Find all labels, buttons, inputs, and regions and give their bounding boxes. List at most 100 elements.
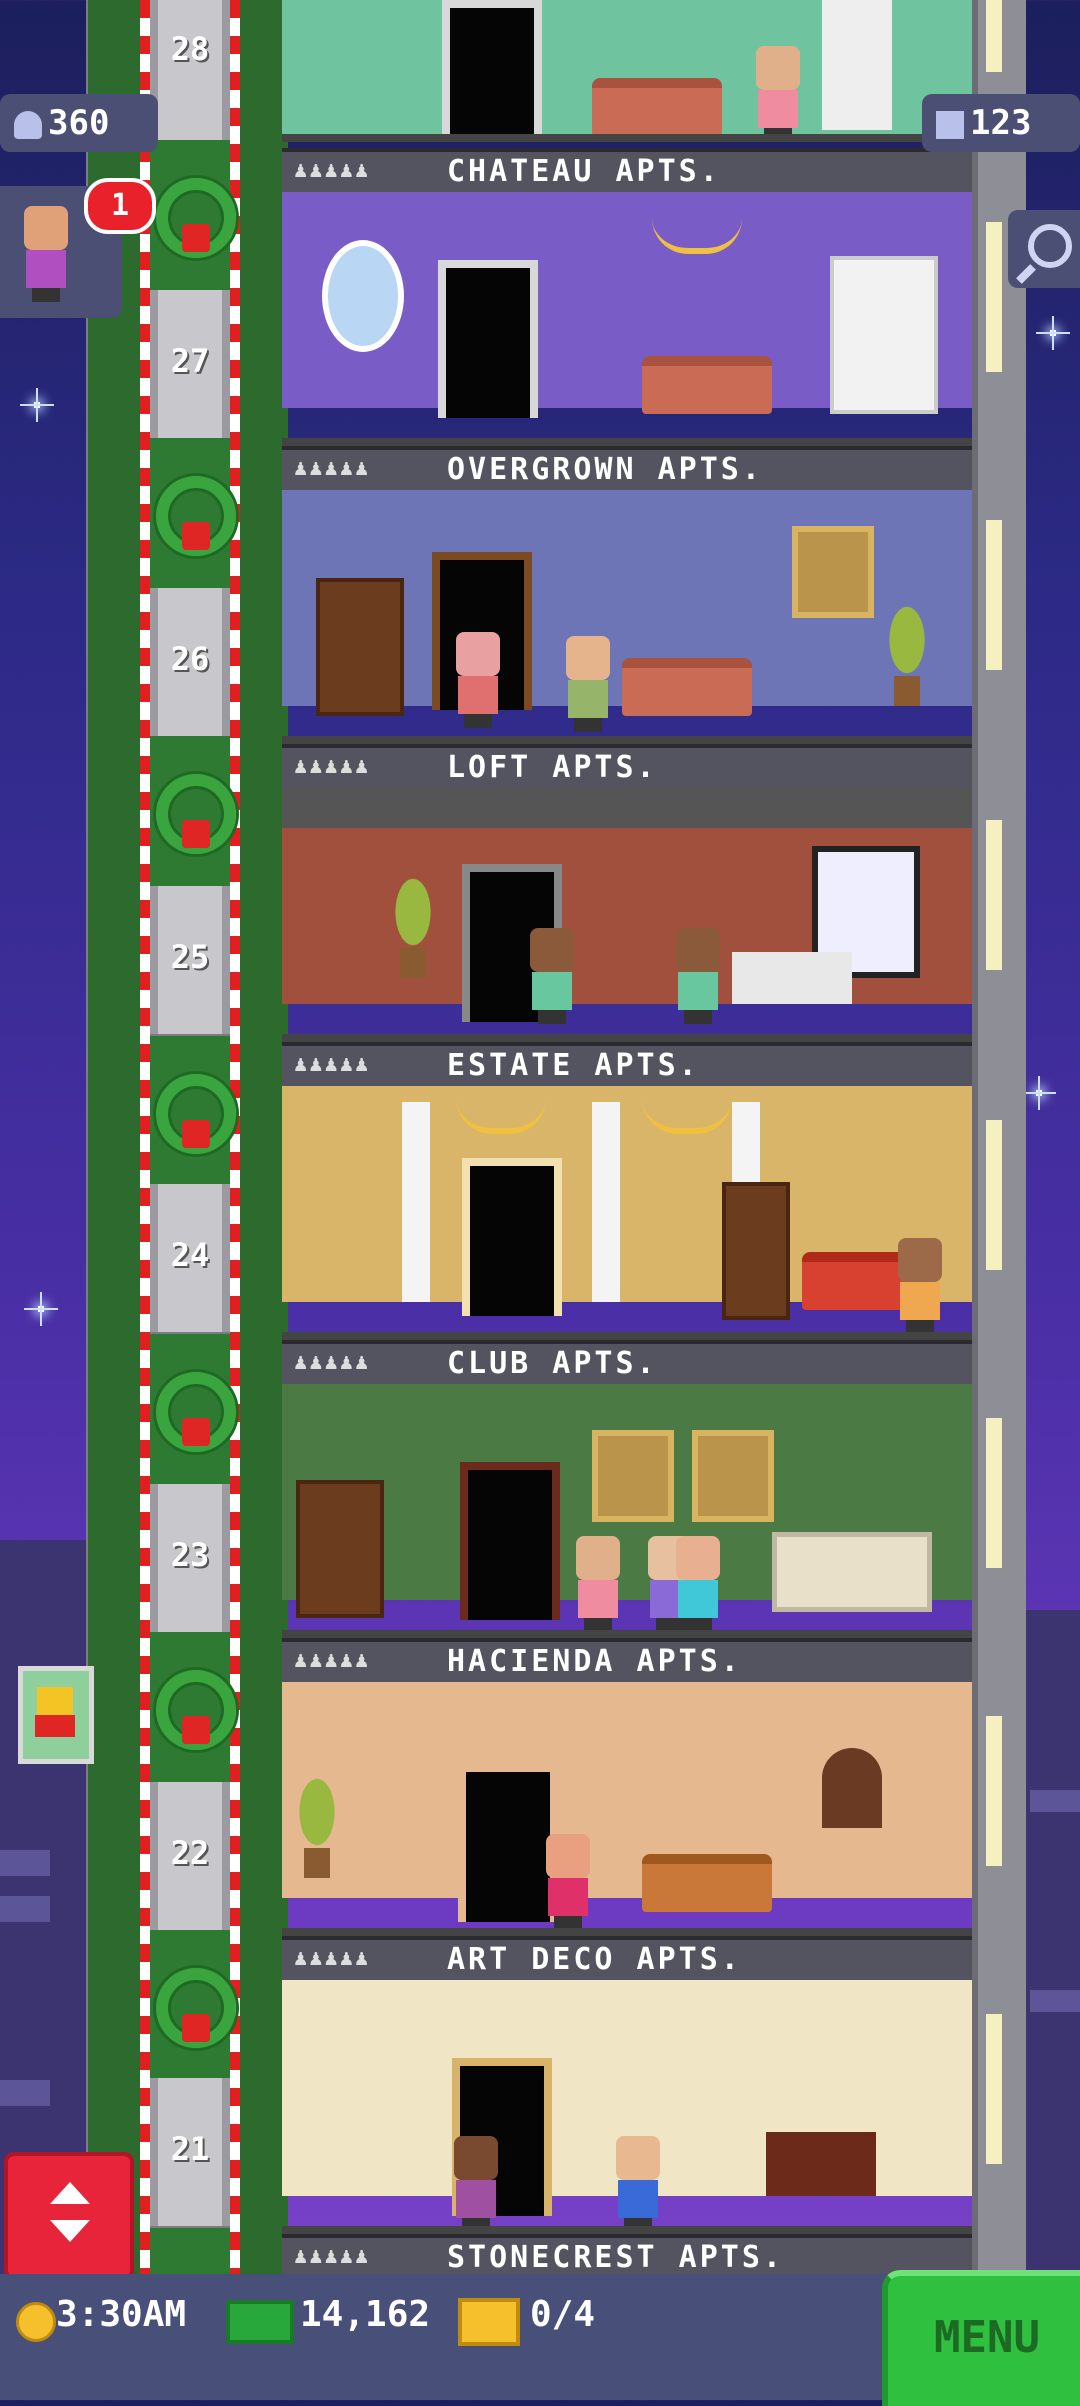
floor-number: 23: [170, 1536, 210, 1574]
resident[interactable]: [452, 632, 504, 728]
floor-club[interactable]: ♟♟♟♟♟ CLUB APTS.: [282, 1340, 972, 1640]
clock-time: 3:30AM: [56, 2294, 187, 2335]
resident-avatar: [20, 206, 72, 302]
couch: [642, 1854, 772, 1912]
couch: [592, 78, 722, 136]
elevator-floor-cell[interactable]: 22: [150, 1782, 230, 1930]
residents-icon: ♟♟♟♟♟: [294, 1648, 371, 1673]
bux-value[interactable]: 0/4: [530, 2294, 595, 2335]
mirror: [322, 240, 404, 352]
floor-number: 26: [170, 640, 210, 678]
ceiling-beams: [282, 788, 972, 828]
bookshelf: [296, 1480, 384, 1618]
elevator-floor-cell[interactable]: 24: [150, 1184, 230, 1332]
elevator-wreath-cell: [150, 1930, 236, 2080]
column: [402, 1102, 430, 1302]
resident[interactable]: [562, 636, 614, 732]
floor-name: OVERGROWN APTS.: [447, 452, 763, 487]
wall-light: [986, 0, 1002, 72]
elevator-wreath-cell: [150, 1632, 236, 1782]
elevator-floor-cell[interactable]: 25: [150, 886, 230, 1034]
fireplace: [766, 2132, 876, 2196]
menu-button[interactable]: MENU: [882, 2270, 1080, 2406]
star-decoration: [1036, 316, 1070, 350]
resident[interactable]: [672, 1536, 724, 1632]
wreath-icon: [156, 476, 236, 556]
elevator-wreath-cell: [150, 1334, 236, 1484]
arch-window: [822, 1748, 882, 1828]
shaft-candy-stripe-left: [140, 0, 150, 2280]
city-building-right: [1020, 1610, 1080, 2280]
star-decoration: [1022, 1076, 1056, 1110]
resident[interactable]: [572, 1536, 624, 1632]
elevator-wreath-cell: [150, 2228, 230, 2280]
floor-sign: ♟♟♟♟♟ STONECREST APTS.: [282, 2234, 972, 2276]
floor-name: ART DECO APTS.: [447, 1942, 742, 1977]
floors-value: 123: [970, 103, 1032, 143]
floor-name: LOFT APTS.: [447, 750, 658, 785]
floor-number: 24: [170, 1236, 210, 1274]
elevator-floor-cell[interactable]: 21: [150, 2078, 230, 2226]
residents-icon: ♟♟♟♟♟: [294, 1052, 371, 1077]
wall-light: [986, 222, 1002, 372]
city-window: [0, 1850, 50, 1876]
residents-icon: ♟♟♟♟♟: [294, 1350, 371, 1375]
floor-chateau[interactable]: ♟♟♟♟♟ CHATEAU APTS.: [282, 148, 972, 448]
plant: [378, 868, 448, 978]
floor-counter[interactable]: 123: [922, 94, 1080, 152]
floor-sign: ♟♟♟♟♟ LOFT APTS.: [282, 744, 972, 788]
star-decoration: [20, 388, 54, 422]
floor-number: 22: [170, 1834, 210, 1872]
floor-top-partial[interactable]: [282, 0, 972, 150]
city-window: [1030, 1990, 1080, 2012]
wreath-icon: [156, 774, 236, 854]
wreath-icon: [156, 178, 236, 258]
building-icon: [936, 110, 964, 139]
elevator-floor-cell[interactable]: 28: [150, 0, 230, 148]
elevator-floor-cell[interactable]: 27: [150, 290, 230, 438]
floor-art-deco[interactable]: ♟♟♟♟♟ ART DECO APTS. ♟♟♟♟♟ STONECREST AP…: [282, 1936, 972, 2276]
floor-sign: ♟♟♟♟♟ OVERGROWN APTS.: [282, 446, 972, 490]
wall-light: [986, 1716, 1002, 1866]
elevator-wreath-cell: [150, 1036, 236, 1186]
sofa-white: [732, 952, 852, 1004]
floor-number: 21: [170, 2130, 210, 2168]
resident[interactable]: [894, 1238, 946, 1334]
resident[interactable]: [612, 2136, 664, 2232]
bookshelf: [722, 1182, 790, 1320]
floor-estate[interactable]: ♟♟♟♟♟ ESTATE APTS.: [282, 1042, 972, 1342]
resident[interactable]: [450, 2136, 502, 2232]
floor-overgrown[interactable]: ♟♟♟♟♟ OVERGROWN APTS.: [282, 446, 972, 746]
floor-sign: ♟♟♟♟♟ CLUB APTS.: [282, 1340, 972, 1384]
elevator-button[interactable]: [4, 2152, 134, 2280]
elevator-wreath-cell: [150, 438, 236, 588]
floor-number: 28: [170, 30, 210, 68]
wall-light: [986, 1120, 1002, 1270]
floor-name: CHATEAU APTS.: [447, 154, 721, 189]
bookshelf: [316, 578, 404, 716]
elevator-floor-cell[interactable]: 23: [150, 1484, 230, 1632]
column: [592, 1102, 620, 1302]
resident[interactable]: [672, 928, 724, 1024]
wall-light: [986, 820, 1002, 970]
residents-icon: ♟♟♟♟♟: [294, 158, 371, 183]
person-icon: [14, 110, 42, 139]
star-decoration: [24, 1292, 58, 1326]
floor-loft[interactable]: ♟♟♟♟♟ LOFT APTS.: [282, 744, 972, 1044]
elevator-floor-cell[interactable]: 26: [150, 588, 230, 736]
ticket-icon: [458, 2298, 520, 2346]
floor-sign: ♟♟♟♟♟ ESTATE APTS.: [282, 1042, 972, 1086]
residents-icon: ♟♟♟♟♟: [294, 456, 371, 481]
resident[interactable]: [752, 46, 804, 142]
resident[interactable]: [526, 928, 578, 1024]
population-counter[interactable]: 360: [0, 94, 158, 152]
notification-badge: 1: [84, 178, 156, 234]
coins-value[interactable]: 14,162: [300, 2294, 430, 2335]
portrait-frame: [592, 1430, 674, 1522]
floor-hacienda[interactable]: ♟♟♟♟♟ HACIENDA APTS.: [282, 1638, 972, 1938]
wall-light: [986, 520, 1002, 670]
plant: [872, 596, 942, 706]
resident[interactable]: [542, 1834, 594, 1930]
food-store-card[interactable]: [18, 1666, 94, 1764]
search-button[interactable]: [1008, 210, 1080, 288]
